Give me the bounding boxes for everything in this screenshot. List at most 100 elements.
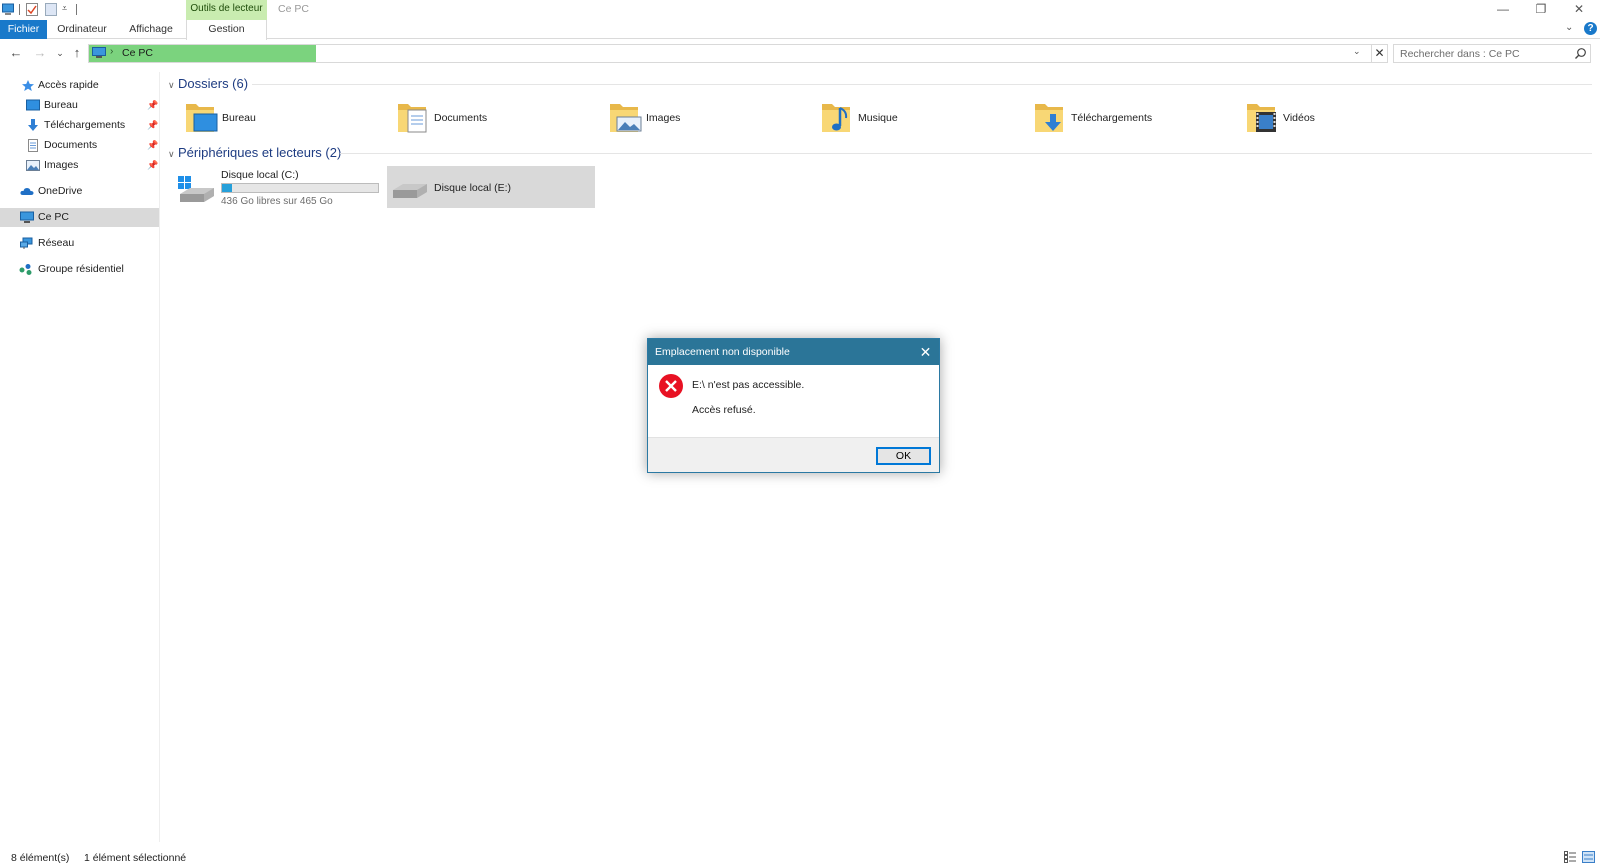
- drive-tile-c[interactable]: Disque local (C:) 436 Go libres sur 465 …: [178, 166, 384, 208]
- sidebar-item-network[interactable]: Réseau: [0, 234, 159, 253]
- sidebar-item-label: OneDrive: [38, 185, 83, 197]
- dialog-footer: OK: [648, 437, 939, 472]
- star-icon: [22, 80, 34, 91]
- group-divider: [340, 153, 1592, 154]
- sidebar-item-this-pc[interactable]: Ce PC: [0, 208, 159, 227]
- stop-loading-button[interactable]: ✕: [1372, 44, 1388, 63]
- address-dropdown-icon[interactable]: ⌄: [1353, 46, 1361, 57]
- forward-button[interactable]: →: [32, 44, 48, 62]
- item-count: 8 élément(s): [11, 852, 70, 864]
- folder-label: Téléchargements: [1071, 112, 1153, 124]
- ok-button[interactable]: OK: [876, 447, 931, 465]
- folder-tile-pictures[interactable]: Images: [608, 98, 818, 138]
- drives-group-header[interactable]: ∨ Périphériques et lecteurs (2): [168, 144, 341, 162]
- breadcrumb-ce-pc[interactable]: Ce PC: [122, 47, 153, 59]
- tab-view[interactable]: Affichage: [117, 20, 185, 39]
- desktop-folder-icon: [186, 104, 218, 132]
- selection-count: 1 élément sélectionné: [84, 852, 187, 864]
- pictures-icon: [26, 160, 40, 171]
- chevron-down-icon: ∨: [168, 80, 175, 90]
- computer-icon: [92, 47, 106, 58]
- tab-computer[interactable]: Ordinateur: [47, 20, 117, 39]
- videos-folder-icon: [1247, 104, 1276, 132]
- dialog-body: E:\ n'est pas accessible. Accès refusé.: [648, 365, 939, 437]
- sidebar-item-desktop[interactable]: Bureau 📌: [0, 96, 159, 115]
- customize-qat-icon[interactable]: ⩡: [62, 3, 67, 14]
- music-folder-icon: [822, 104, 850, 132]
- close-window-button[interactable]: ✕: [1560, 0, 1598, 20]
- folder-label: Vidéos: [1283, 112, 1315, 124]
- search-icon[interactable]: [1574, 47, 1587, 60]
- help-icon[interactable]: ?: [1584, 22, 1597, 35]
- sidebar-item-pictures[interactable]: Images 📌: [0, 156, 159, 175]
- breadcrumb-separator[interactable]: ›: [110, 46, 113, 57]
- details-view-icon[interactable]: [1564, 851, 1577, 863]
- contextual-tab-header: Outils de lecteur: [186, 0, 267, 20]
- title-bar: ⩡ Outils de lecteur Ce PC — ❐ ✕: [0, 0, 1600, 20]
- document-icon: [28, 139, 38, 152]
- network-icon: [20, 237, 33, 249]
- up-button[interactable]: ↑: [69, 44, 85, 62]
- hard-drive-icon: [393, 184, 427, 198]
- dialog-message: E:\ n'est pas accessible.: [692, 379, 805, 391]
- sidebar-item-label: Accès rapide: [38, 79, 99, 91]
- sidebar-item-label: Bureau: [44, 99, 78, 111]
- sidebar-item-onedrive[interactable]: OneDrive: [0, 182, 159, 201]
- cloud-icon: [20, 188, 34, 195]
- group-divider: [252, 84, 1592, 85]
- desktop-icon: [26, 99, 40, 111]
- folders-group-header[interactable]: ∨ Dossiers (6): [168, 75, 248, 93]
- tab-file[interactable]: Fichier: [0, 20, 47, 39]
- error-dialog: Emplacement non disponible ✕ E:\ n'est p…: [647, 338, 940, 473]
- address-bar[interactable]: › Ce PC ⌄: [88, 44, 1372, 63]
- back-button[interactable]: ←: [8, 44, 24, 62]
- sidebar-item-documents[interactable]: Documents 📌: [0, 136, 159, 155]
- sidebar-item-downloads[interactable]: Téléchargements 📌: [0, 116, 159, 135]
- folder-tile-desktop[interactable]: Bureau: [184, 98, 394, 138]
- sidebar-item-homegroup[interactable]: Groupe résidentiel: [0, 260, 159, 279]
- dialog-close-button[interactable]: ✕: [912, 339, 939, 365]
- sidebar-item-label: Ce PC: [38, 211, 69, 223]
- drive-name: Disque local (C:): [221, 169, 299, 181]
- folder-tile-music[interactable]: Musique: [820, 98, 1030, 138]
- tab-manage[interactable]: Gestion: [186, 20, 267, 40]
- pin-icon[interactable]: 📌: [147, 156, 158, 175]
- computer-icon: [20, 211, 34, 223]
- new-folder-icon[interactable]: [45, 3, 57, 16]
- drive-name: Disque local (E:): [434, 182, 512, 194]
- downloads-folder-icon: [1035, 104, 1063, 132]
- pin-icon[interactable]: 📌: [147, 116, 158, 135]
- drive-tile-e[interactable]: Disque local (E:): [387, 166, 595, 208]
- drives-group-title: Périphériques et lecteurs (2): [178, 145, 342, 160]
- search-box[interactable]: [1393, 44, 1591, 63]
- pin-icon[interactable]: 📌: [147, 136, 158, 155]
- download-icon: [28, 119, 38, 131]
- restore-button[interactable]: ❐: [1522, 0, 1560, 20]
- folder-tile-documents[interactable]: Documents: [396, 98, 606, 138]
- status-bar: 8 élément(s) 1 élément sélectionné: [0, 848, 1600, 867]
- sidebar-item-label: Images: [44, 159, 79, 171]
- sidebar-item-label: Réseau: [38, 237, 75, 249]
- qat-separator: [19, 4, 20, 15]
- ribbon-tabs: Fichier Ordinateur Affichage Gestion: [0, 20, 1600, 40]
- ribbon-expand-chevron-icon[interactable]: ⌄: [1565, 22, 1573, 33]
- sidebar-item-label: Groupe résidentiel: [38, 263, 124, 275]
- folder-tile-videos[interactable]: Vidéos: [1245, 98, 1455, 138]
- sidebar-item-quick-access[interactable]: Accès rapide: [0, 76, 159, 95]
- pin-icon[interactable]: 📌: [147, 96, 158, 115]
- recent-locations-button[interactable]: ⌄: [52, 44, 68, 62]
- sidebar-item-label: Téléchargements: [44, 119, 126, 131]
- error-icon: [659, 374, 683, 398]
- drive-usage-fill: [222, 184, 232, 192]
- pictures-folder-icon: [610, 104, 642, 132]
- minimize-button[interactable]: —: [1484, 0, 1522, 20]
- folder-label: Documents: [434, 112, 488, 124]
- chevron-down-icon: ∨: [168, 149, 175, 159]
- search-input[interactable]: [1394, 45, 1572, 62]
- window-title: Ce PC: [278, 3, 309, 15]
- properties-icon[interactable]: [26, 3, 38, 16]
- qat-separator: [76, 4, 77, 15]
- large-icons-view-icon[interactable]: [1582, 851, 1595, 863]
- windows-drive-icon: [178, 176, 214, 202]
- folder-tile-downloads[interactable]: Téléchargements: [1033, 98, 1243, 138]
